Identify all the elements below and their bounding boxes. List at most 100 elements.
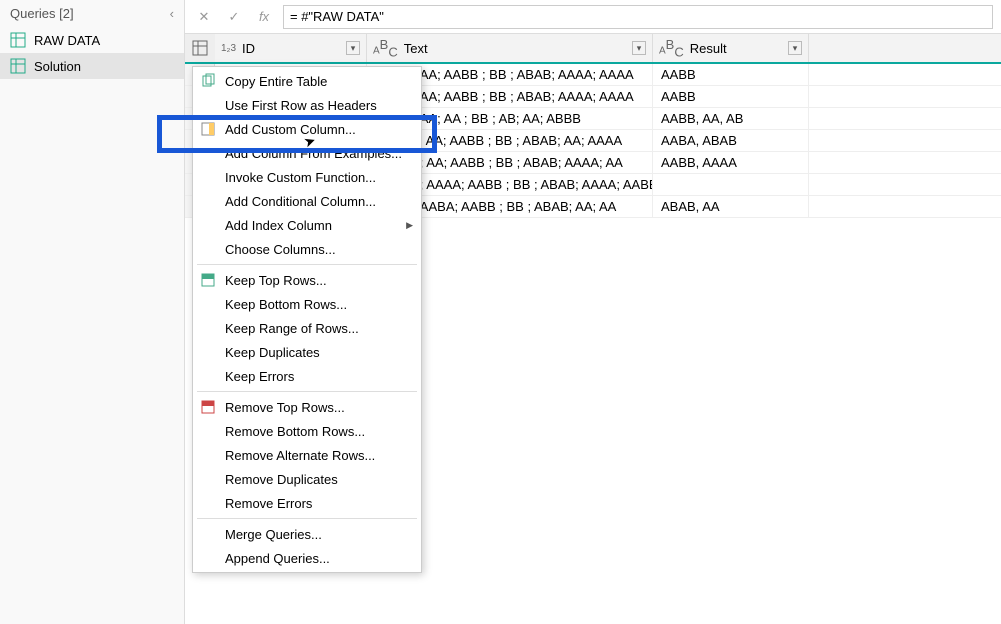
menu-item[interactable]: Remove Errors (193, 491, 421, 515)
menu-item[interactable]: Keep Top Rows... (193, 268, 421, 292)
cell-result[interactable]: AABA, ABAB (653, 130, 809, 151)
sidebar-header: Queries [2] ‹ (0, 0, 184, 27)
menu-item[interactable]: Keep Bottom Rows... (193, 292, 421, 316)
menu-item-label: Add Index Column (225, 218, 332, 233)
cell-result[interactable]: AABB, AA, AB (653, 108, 809, 129)
menu-item-label: Use First Row as Headers (225, 98, 377, 113)
rows-icon (199, 271, 217, 289)
table-icon (10, 58, 26, 74)
menu-item[interactable]: Add Custom Column... (193, 117, 421, 141)
formula-input[interactable] (283, 5, 993, 29)
table-context-menu: Copy Entire Table Use First Row as Header… (192, 66, 422, 573)
menu-item-label: Remove Top Rows... (225, 400, 345, 415)
menu-item[interactable]: Append Queries... (193, 546, 421, 570)
queries-sidebar: Queries [2] ‹ RAW DATA Solution (0, 0, 185, 624)
menu-item-label: Add Conditional Column... (225, 194, 376, 209)
col-icon (199, 120, 217, 138)
cell-result[interactable]: AABB, AAAA (653, 152, 809, 173)
column-label: ID (242, 41, 255, 56)
menu-item-label: Remove Bottom Rows... (225, 424, 365, 439)
select-all-corner[interactable] (185, 34, 215, 62)
blank-icon (199, 446, 217, 464)
menu-item[interactable]: Copy Entire Table (193, 69, 421, 93)
column-header-result[interactable]: ABC Result ▾ (653, 34, 809, 62)
blank-icon (199, 525, 217, 543)
menu-item-label: Copy Entire Table (225, 74, 327, 89)
menu-item-label: Remove Errors (225, 496, 312, 511)
text-type-icon: ABC (659, 37, 684, 59)
menu-item-label: Remove Alternate Rows... (225, 448, 375, 463)
number-type-icon: 1₂3 (221, 43, 236, 54)
table-header: 1₂3 ID ▾ ABC Text ▾ ABC Result ▾ (185, 34, 1001, 64)
blank-icon (199, 343, 217, 361)
menu-item[interactable]: Remove Alternate Rows... (193, 443, 421, 467)
menu-item[interactable]: Add Column From Examples... (193, 141, 421, 165)
blank-icon (199, 96, 217, 114)
blank-icon (199, 216, 217, 234)
blank-icon (199, 240, 217, 258)
blank-icon (199, 470, 217, 488)
submenu-arrow-icon: ▶ (406, 220, 413, 231)
menu-item-label: Keep Bottom Rows... (225, 297, 347, 312)
cell-result[interactable]: AABB (653, 86, 809, 107)
sidebar-title: Queries [2] (10, 6, 74, 21)
blank-icon (199, 168, 217, 186)
menu-item-label: Merge Queries... (225, 527, 322, 542)
menu-separator (197, 264, 417, 265)
sidebar-item-label: RAW DATA (34, 33, 100, 48)
blank-icon (199, 422, 217, 440)
menu-item-label: Add Column From Examples... (225, 146, 402, 161)
sidebar-query-item[interactable]: RAW DATA (0, 27, 184, 53)
menu-item[interactable]: Merge Queries... (193, 522, 421, 546)
menu-separator (197, 391, 417, 392)
menu-item-label: Add Custom Column... (225, 122, 356, 137)
menu-item-label: Remove Duplicates (225, 472, 338, 487)
column-label: Text (404, 41, 428, 56)
menu-item[interactable]: Invoke Custom Function... (193, 165, 421, 189)
menu-item-label: Choose Columns... (225, 242, 336, 257)
menu-item[interactable]: Keep Errors (193, 364, 421, 388)
sidebar-query-item[interactable]: Solution (0, 53, 184, 79)
formula-bar: ✕ ✓ fx (185, 0, 1001, 34)
menu-item[interactable]: Use First Row as Headers (193, 93, 421, 117)
collapse-sidebar-icon[interactable]: ‹ (170, 6, 174, 21)
fx-icon[interactable]: fx (253, 6, 275, 28)
menu-item[interactable]: Keep Range of Rows... (193, 316, 421, 340)
column-filter-dropdown[interactable]: ▾ (346, 41, 360, 55)
blank-icon (199, 367, 217, 385)
menu-item[interactable]: Remove Duplicates (193, 467, 421, 491)
cell-result[interactable]: AABB (653, 64, 809, 85)
blank-icon (199, 494, 217, 512)
menu-item-label: Keep Errors (225, 369, 294, 384)
blank-icon (199, 549, 217, 567)
menu-item-label: Invoke Custom Function... (225, 170, 376, 185)
rows2-icon (199, 398, 217, 416)
menu-separator (197, 518, 417, 519)
blank-icon (199, 192, 217, 210)
menu-item[interactable]: Add Conditional Column... (193, 189, 421, 213)
menu-item-label: Keep Top Rows... (225, 273, 327, 288)
cell-result[interactable] (653, 174, 809, 195)
menu-item[interactable]: Add Index Column ▶ (193, 213, 421, 237)
menu-item[interactable]: Keep Duplicates (193, 340, 421, 364)
cell-result[interactable]: ABAB, AA (653, 196, 809, 217)
table-icon (10, 32, 26, 48)
column-filter-dropdown[interactable]: ▾ (788, 41, 802, 55)
blank-icon (199, 144, 217, 162)
menu-item-label: Keep Range of Rows... (225, 321, 359, 336)
menu-item[interactable]: Remove Top Rows... (193, 395, 421, 419)
menu-item-label: Append Queries... (225, 551, 330, 566)
accept-formula-button[interactable]: ✓ (223, 6, 245, 28)
menu-item-label: Keep Duplicates (225, 345, 320, 360)
column-header-id[interactable]: 1₂3 ID ▾ (215, 34, 367, 62)
blank-icon (199, 319, 217, 337)
blank-icon (199, 295, 217, 313)
column-header-text[interactable]: ABC Text ▾ (367, 34, 653, 62)
column-filter-dropdown[interactable]: ▾ (632, 41, 646, 55)
column-label: Result (690, 41, 727, 56)
menu-item[interactable]: Choose Columns... (193, 237, 421, 261)
table-icon (192, 40, 208, 56)
text-type-icon: ABC (373, 37, 398, 59)
menu-item[interactable]: Remove Bottom Rows... (193, 419, 421, 443)
cancel-formula-button[interactable]: ✕ (193, 6, 215, 28)
